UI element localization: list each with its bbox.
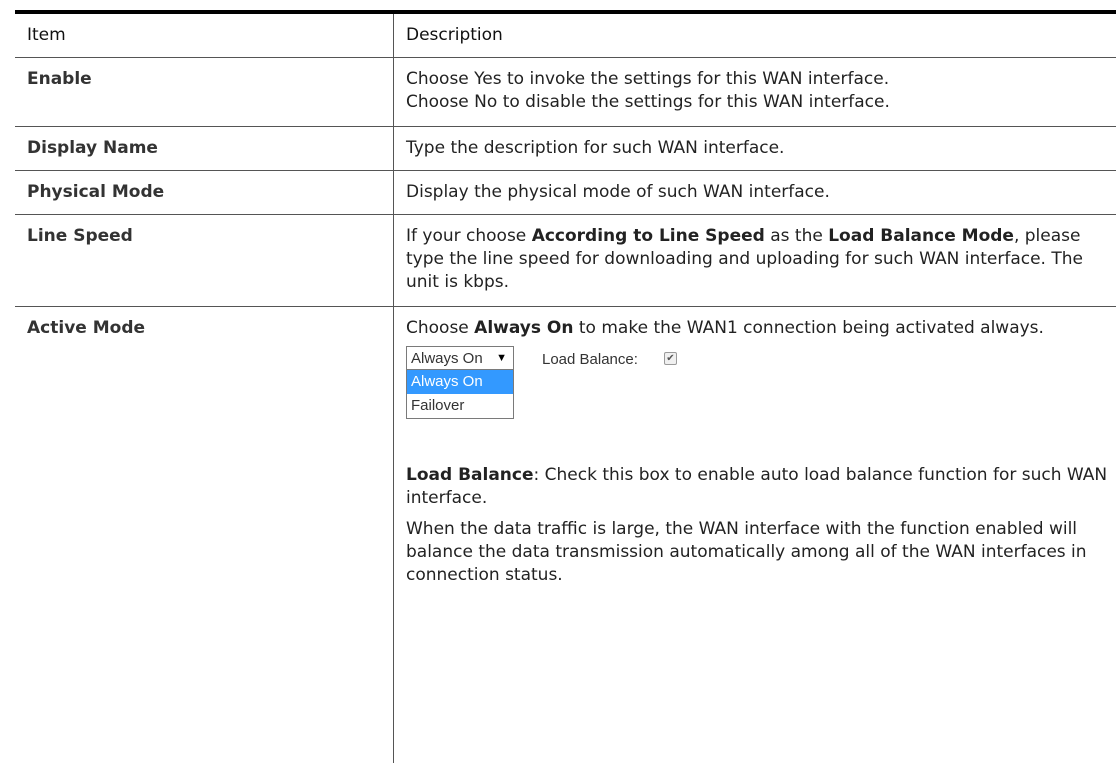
desc-enable-line2: Choose No to disable the settings for th… <box>406 92 890 112</box>
select-value: Always On <box>411 349 483 367</box>
load-balance-checkbox[interactable]: ✔ <box>664 352 677 365</box>
desc-active-mode-intro: Choose Always On to make the WAN1 connec… <box>406 317 1116 340</box>
table-row-display-name: Display Name Type the description for su… <box>15 127 1116 171</box>
desc-line-speed-mid: as the <box>764 226 829 246</box>
active-mode-dropdown: Always On Failover <box>406 370 514 419</box>
description-table: Item Description Enable Choose Yes to in… <box>15 10 1116 763</box>
load-balance-label: Load Balance: <box>542 351 638 368</box>
item-enable: Enable <box>15 58 394 126</box>
option-always-on[interactable]: Always On <box>407 370 513 394</box>
desc-physical-mode: Display the physical mode of such WAN in… <box>406 182 830 202</box>
table-header-row: Item Description <box>15 14 1116 58</box>
desc-enable-line1: Choose Yes to invoke the settings for th… <box>406 69 890 89</box>
active-mode-select[interactable]: Always On ▼ <box>406 346 514 370</box>
table-row-physical-mode: Physical Mode Display the physical mode … <box>15 171 1116 215</box>
table-row-line-speed: Line Speed If your choose According to L… <box>15 215 1116 307</box>
desc-line-speed-bold2: Load Balance Mode <box>828 226 1014 246</box>
desc-display-name: Type the description for such WAN interf… <box>406 138 785 158</box>
desc-traffic: When the data traffic is large, the WAN … <box>406 519 1087 585</box>
desc-active-pre: Choose <box>406 318 475 338</box>
item-display-name: Display Name <box>15 127 394 170</box>
item-physical-mode: Physical Mode <box>15 171 394 214</box>
header-description: Description <box>406 25 503 45</box>
desc-line-speed-bold1: According to Line Speed <box>531 226 765 246</box>
table-row-active-mode: Active Mode Choose Always On to make the… <box>15 307 1116 763</box>
desc-active-post: to make the WAN1 connection being activa… <box>573 318 1044 338</box>
desc-line-speed: If your choose According to Line Speed a… <box>394 215 1116 306</box>
table-row-enable: Enable Choose Yes to invoke the settings… <box>15 58 1116 127</box>
desc-active-bold: Always On <box>474 318 574 338</box>
desc-lb-bold: Load Balance <box>406 465 534 485</box>
desc-active-mode: Choose Always On to make the WAN1 connec… <box>394 307 1116 763</box>
item-active-mode: Active Mode <box>15 307 394 763</box>
item-line-speed: Line Speed <box>15 215 394 306</box>
desc-line-speed-pre: If your choose <box>406 226 532 246</box>
header-item: Item <box>15 14 394 57</box>
desc-enable: Choose Yes to invoke the settings for th… <box>394 58 1116 126</box>
active-mode-widget: Always On ▼ Always On Failover Load Bala… <box>406 346 1116 464</box>
desc-load-balance: Load Balance: Check this box to enable a… <box>406 464 1116 510</box>
option-failover[interactable]: Failover <box>407 394 513 418</box>
chevron-down-icon: ▼ <box>496 351 507 364</box>
